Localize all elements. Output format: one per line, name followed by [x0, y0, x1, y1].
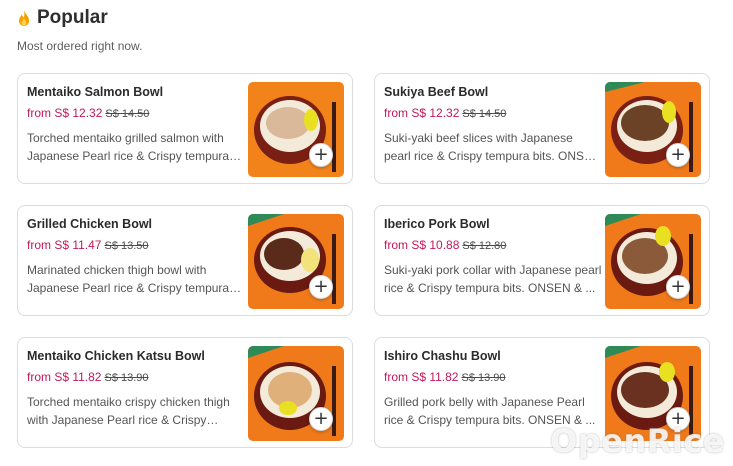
item-price: from S$ 10.88	[384, 238, 460, 252]
item-price: from S$ 11.82	[384, 370, 459, 384]
item-description: Suki-yaki beef slices with Japanese pear…	[384, 131, 601, 163]
price-row: from S$ 11.82 S$ 13.90	[27, 370, 149, 384]
section-title: Popular	[37, 7, 108, 28]
item-old-price: S$ 14.50	[462, 108, 507, 120]
item-description: Suki-yaki pork collar with Japanese pear…	[384, 263, 602, 295]
item-name: Sukiya Beef Bowl	[384, 85, 489, 99]
add-to-cart-button[interactable]: +	[309, 143, 333, 167]
item-price: from S$ 12.32	[27, 106, 103, 120]
menu-item-card[interactable]: Sukiya Beef Bowl from S$ 12.32 S$ 14.50 S…	[374, 73, 710, 184]
item-name: Iberico Pork Bowl	[384, 217, 490, 231]
price-row: from S$ 11.82 S$ 13.90	[384, 370, 506, 384]
item-image[interactable]: +	[248, 346, 344, 441]
item-old-price: S$ 14.50	[105, 108, 150, 120]
price-row: from S$ 11.47 S$ 13.50	[27, 238, 149, 252]
menu-item-card[interactable]: Mentaiko Salmon Bowl from S$ 12.32 S$ 14.…	[17, 73, 353, 184]
price-row: from S$ 12.32 S$ 14.50	[27, 106, 149, 120]
item-old-price: S$ 12.80	[462, 240, 507, 252]
item-old-price: S$ 13.90	[461, 372, 506, 384]
add-to-cart-button[interactable]: +	[309, 275, 333, 299]
item-price: from S$ 12.32	[384, 106, 460, 120]
menu-item-card[interactable]: Iberico Pork Bowl from S$ 10.88 S$ 12.80 …	[374, 205, 710, 316]
item-image[interactable]: +	[248, 214, 344, 309]
item-price: from S$ 11.82	[27, 370, 102, 384]
item-name: Ishiro Chashu Bowl	[384, 349, 501, 363]
price-row: from S$ 10.88 S$ 12.80	[384, 238, 506, 252]
item-image[interactable]: +	[605, 82, 701, 177]
add-to-cart-button[interactable]: +	[666, 143, 690, 167]
item-price: from S$ 11.47	[27, 238, 102, 252]
item-old-price: S$ 13.90	[104, 372, 149, 384]
item-description: Torched mentaiko grilled salmon with Jap…	[27, 131, 230, 163]
item-old-price: S$ 13.50	[104, 240, 149, 252]
add-to-cart-button[interactable]: +	[309, 407, 333, 431]
item-image[interactable]: +	[248, 82, 344, 177]
item-image[interactable]: +	[605, 214, 701, 309]
menu-item-card[interactable]: Grilled Chicken Bowl from S$ 11.47 S$ 13.…	[17, 205, 353, 316]
flame-icon	[19, 10, 29, 26]
item-name: Mentaiko Salmon Bowl	[27, 85, 164, 99]
item-description: Marinated chicken thigh bowl with Japane…	[27, 263, 230, 295]
item-name: Grilled Chicken Bowl	[27, 217, 153, 231]
item-name: Mentaiko Chicken Katsu Bowl	[27, 349, 205, 363]
add-to-cart-button[interactable]: +	[666, 275, 690, 299]
watermark-logo: OpenRice	[550, 422, 725, 460]
item-description: Torched mentaiko crispy chicken thigh wi…	[27, 395, 230, 427]
section-subtitle: Most ordered right now.	[17, 39, 143, 53]
menu-item-card[interactable]: Mentaiko Chicken Katsu Bowl from S$ 11.8…	[17, 337, 353, 448]
price-row: from S$ 12.32 S$ 14.50	[384, 106, 506, 120]
section-header: Popular	[17, 7, 108, 29]
